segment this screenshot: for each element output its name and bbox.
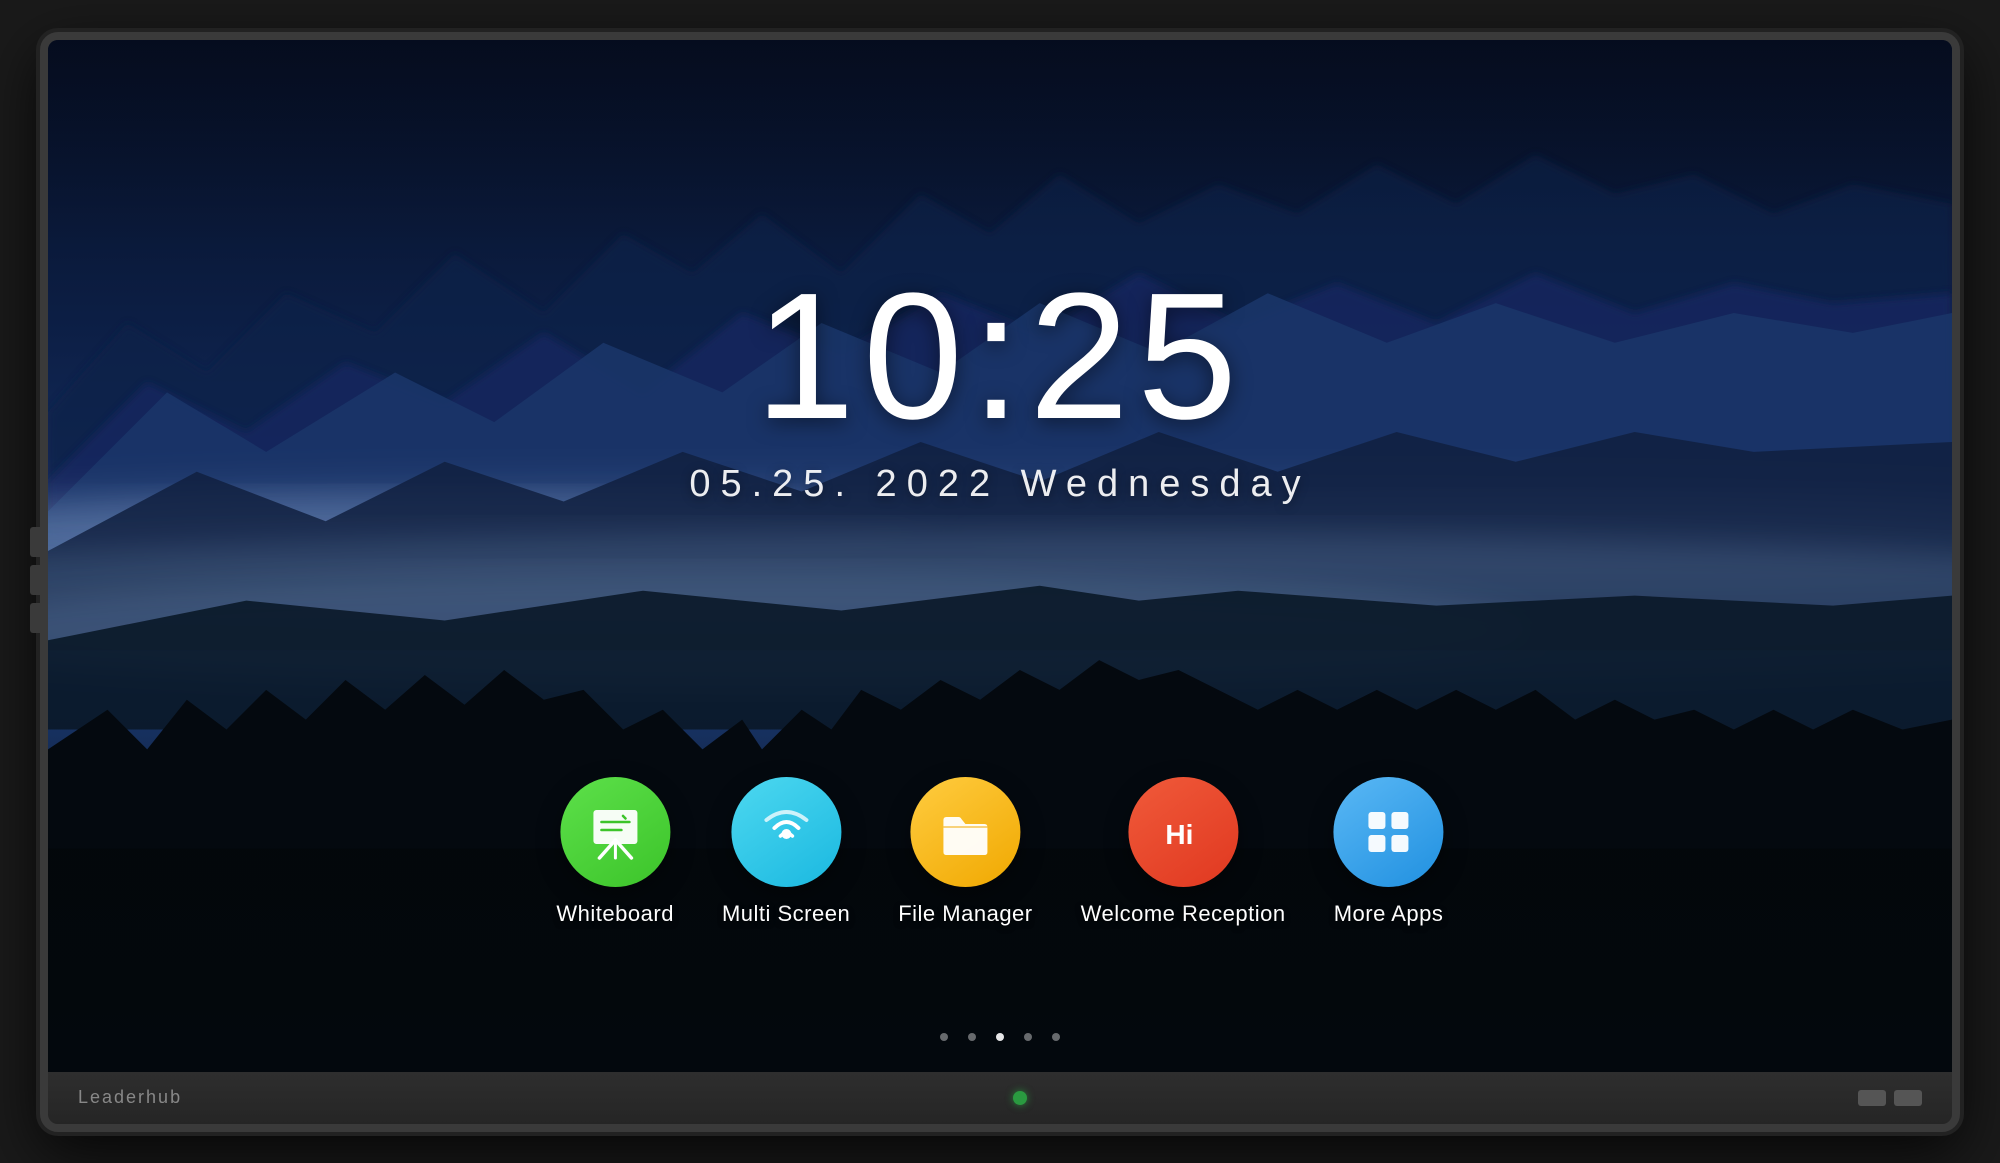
side-button-1[interactable]	[30, 527, 40, 557]
app-filemanager[interactable]: File Manager	[898, 777, 1032, 927]
clock-section: 10:25 05.25. 2022 Wednesday	[689, 267, 1310, 506]
app-icon-moreapps[interactable]	[1334, 777, 1444, 887]
tv-frame: 10:25 05.25. 2022 Wednesday	[40, 32, 1960, 1132]
app-label-filemanager: File Manager	[898, 901, 1032, 927]
nav-dot-1[interactable]	[940, 1033, 948, 1041]
moreapps-svg-icon	[1359, 802, 1419, 862]
app-icon-welcome[interactable]: Hi	[1128, 777, 1238, 887]
apps-section: Whiteboard Multi Screen	[556, 777, 1443, 927]
tv-bezel-bottom: Leaderhub	[48, 1072, 1952, 1124]
nav-dot-4[interactable]	[1024, 1033, 1032, 1041]
clock-time: 10:25	[689, 267, 1310, 447]
app-label-multiscreen: Multi Screen	[722, 901, 850, 927]
nav-dot-5[interactable]	[1052, 1033, 1060, 1041]
app-label-moreapps: More Apps	[1334, 901, 1444, 927]
bezel-button-1[interactable]	[1858, 1090, 1886, 1106]
side-buttons	[30, 527, 40, 633]
app-whiteboard[interactable]: Whiteboard	[556, 777, 674, 927]
power-indicator	[1013, 1091, 1027, 1105]
tv-screen: 10:25 05.25. 2022 Wednesday	[48, 40, 1952, 1072]
whiteboard-svg-icon	[583, 802, 647, 862]
bezel-controls	[1858, 1090, 1922, 1106]
nav-dots	[940, 1033, 1060, 1041]
top-overlay	[48, 40, 1952, 246]
side-button-2[interactable]	[30, 565, 40, 595]
app-moreapps[interactable]: More Apps	[1334, 777, 1444, 927]
app-multiscreen[interactable]: Multi Screen	[722, 777, 850, 927]
multiscreen-svg-icon	[756, 802, 816, 862]
brand-logo: Leaderhub	[78, 1087, 182, 1108]
side-button-3[interactable]	[30, 603, 40, 633]
clock-date: 05.25. 2022 Wednesday	[689, 463, 1310, 506]
app-welcome[interactable]: Hi Welcome Reception	[1081, 777, 1286, 927]
app-icon-whiteboard[interactable]	[560, 777, 670, 887]
welcome-svg-icon: Hi	[1153, 802, 1213, 862]
app-label-welcome: Welcome Reception	[1081, 901, 1286, 927]
filemanager-svg-icon	[935, 802, 995, 862]
nav-dot-3[interactable]	[996, 1033, 1004, 1041]
app-label-whiteboard: Whiteboard	[556, 901, 674, 927]
app-icon-multiscreen[interactable]	[731, 777, 841, 887]
nav-dot-2[interactable]	[968, 1033, 976, 1041]
svg-text:Hi: Hi	[1165, 819, 1193, 850]
bezel-button-2[interactable]	[1894, 1090, 1922, 1106]
app-icon-filemanager[interactable]	[910, 777, 1020, 887]
